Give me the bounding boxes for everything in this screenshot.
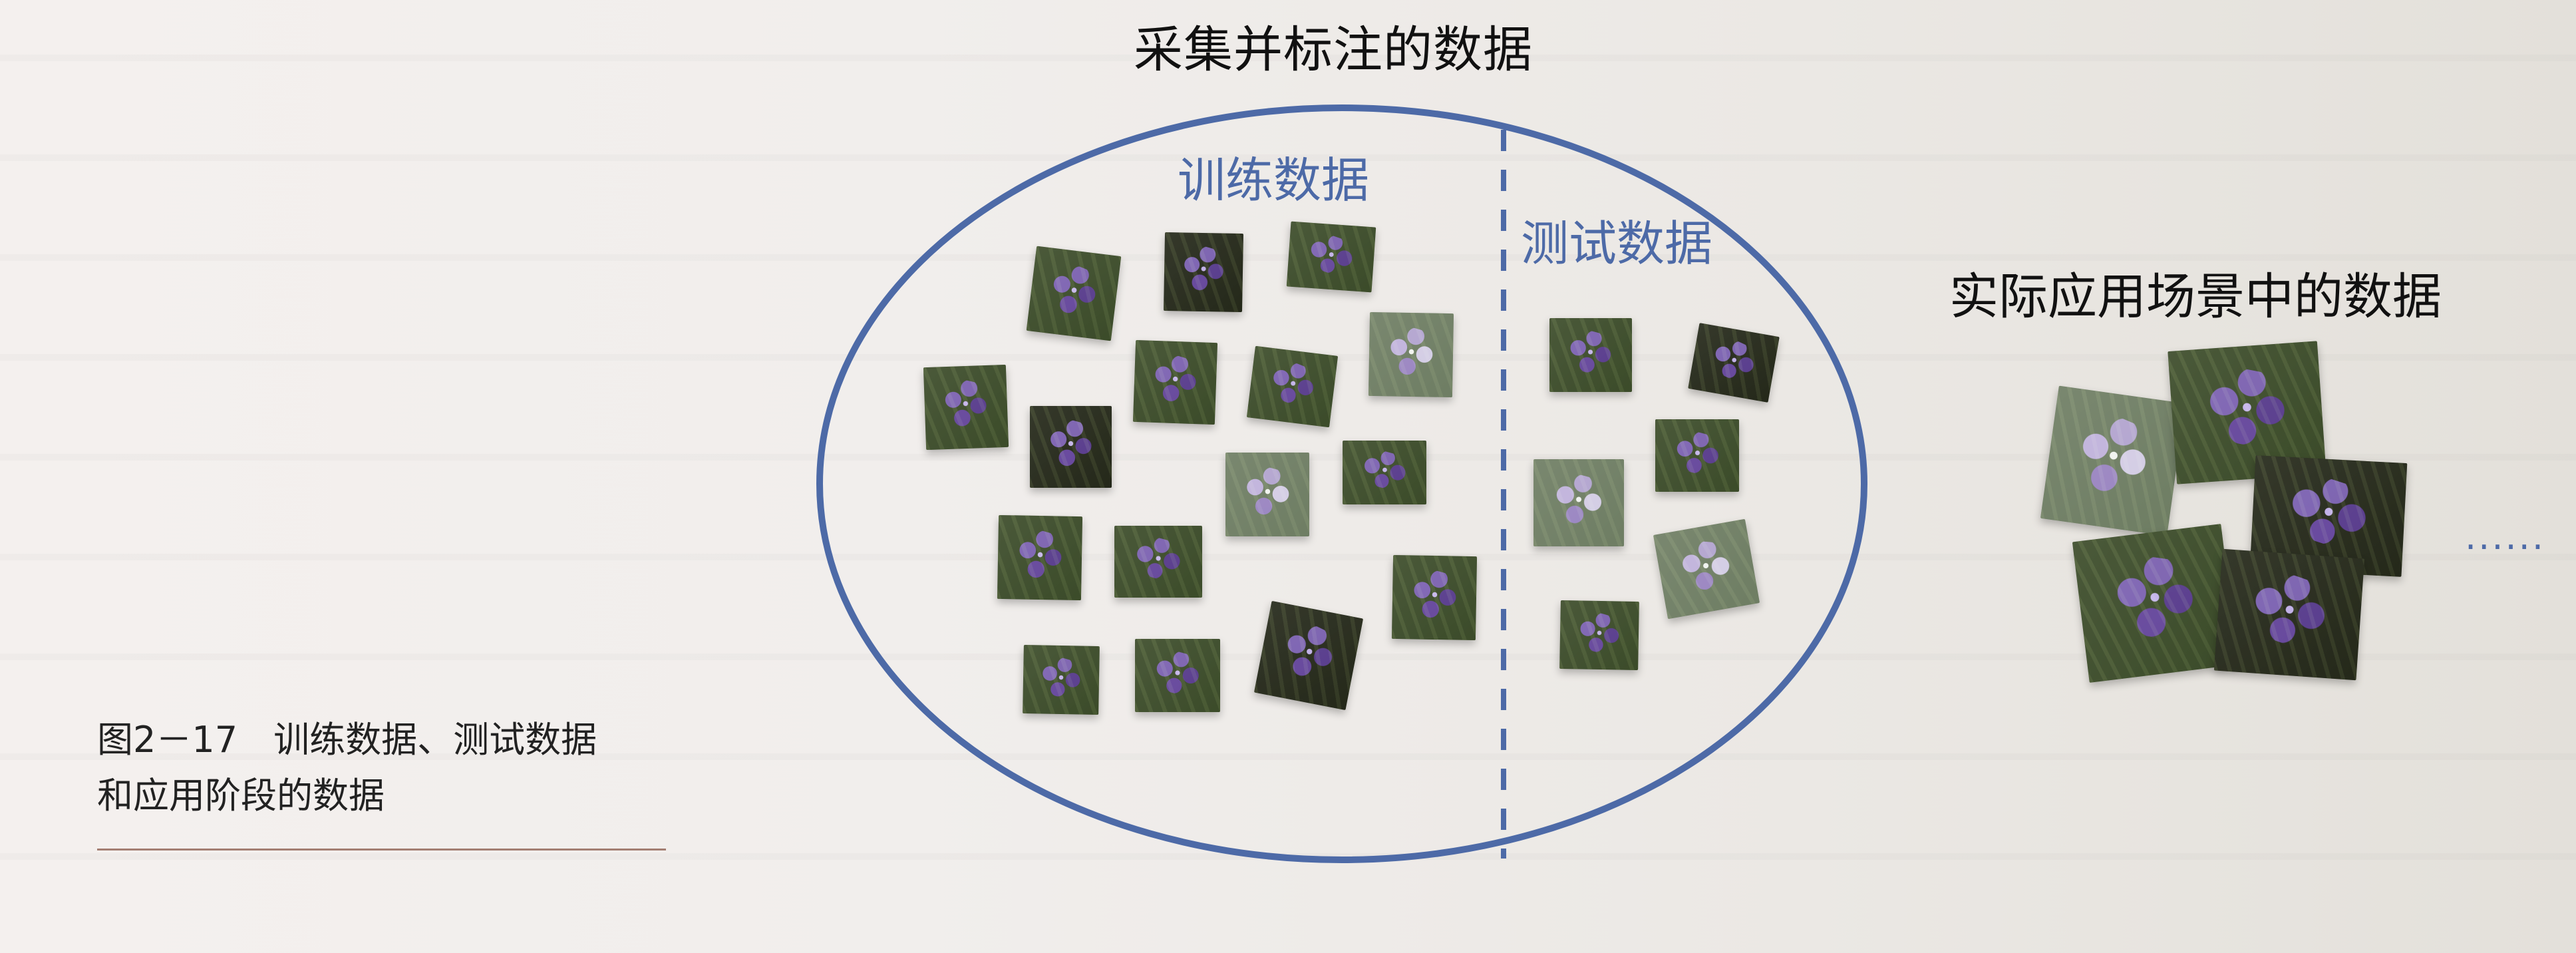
- more-data-ellipsis: ......: [2465, 516, 2545, 558]
- training-image-13: [1391, 554, 1478, 641]
- test-image-4: [1533, 459, 1624, 546]
- test-image-1: [1549, 318, 1632, 392]
- scene-image-4: [2072, 524, 2239, 683]
- training-image-3: [1286, 221, 1376, 293]
- test-data-label: 测试数据: [1521, 216, 1713, 272]
- iris-data-figure: 采集并标注的数据 训练数据 测试数据 实际应用场景中的数据 ...... 图2－…: [0, 0, 2576, 953]
- figure-caption: 图2－17 训练数据、测试数据 和应用阶段的数据: [97, 712, 689, 824]
- training-image-2: [1163, 232, 1244, 313]
- training-image-15: [1135, 639, 1220, 712]
- scene-image-5: [2213, 548, 2365, 681]
- training-image-11: [997, 514, 1083, 601]
- training-image-12: [1114, 526, 1202, 598]
- caption-line-1: 图2－17 训练数据、测试数据: [97, 719, 597, 761]
- training-image-9: [1225, 453, 1309, 536]
- training-image-6: [1246, 345, 1339, 428]
- caption-rule: [97, 849, 666, 851]
- scene-data-label: 实际应用场景中的数据: [1949, 268, 2442, 325]
- scene-image-1: [2040, 385, 2186, 536]
- test-image-5: [1653, 518, 1760, 620]
- test-image-6: [1559, 600, 1639, 671]
- training-data-label: 训练数据: [1178, 152, 1370, 208]
- training-image-8: [1030, 406, 1112, 488]
- test-image-2: [1688, 323, 1780, 403]
- training-image-10: [1343, 441, 1426, 504]
- training-image-5: [1132, 339, 1218, 425]
- training-image-16: [1253, 600, 1364, 711]
- test-image-3: [1655, 419, 1739, 492]
- training-image-14: [1023, 645, 1100, 715]
- training-image-4: [1368, 311, 1454, 398]
- training-image-1: [1026, 246, 1122, 341]
- training-image-7: [923, 364, 1009, 451]
- caption-line-2: 和应用阶段的数据: [97, 775, 385, 817]
